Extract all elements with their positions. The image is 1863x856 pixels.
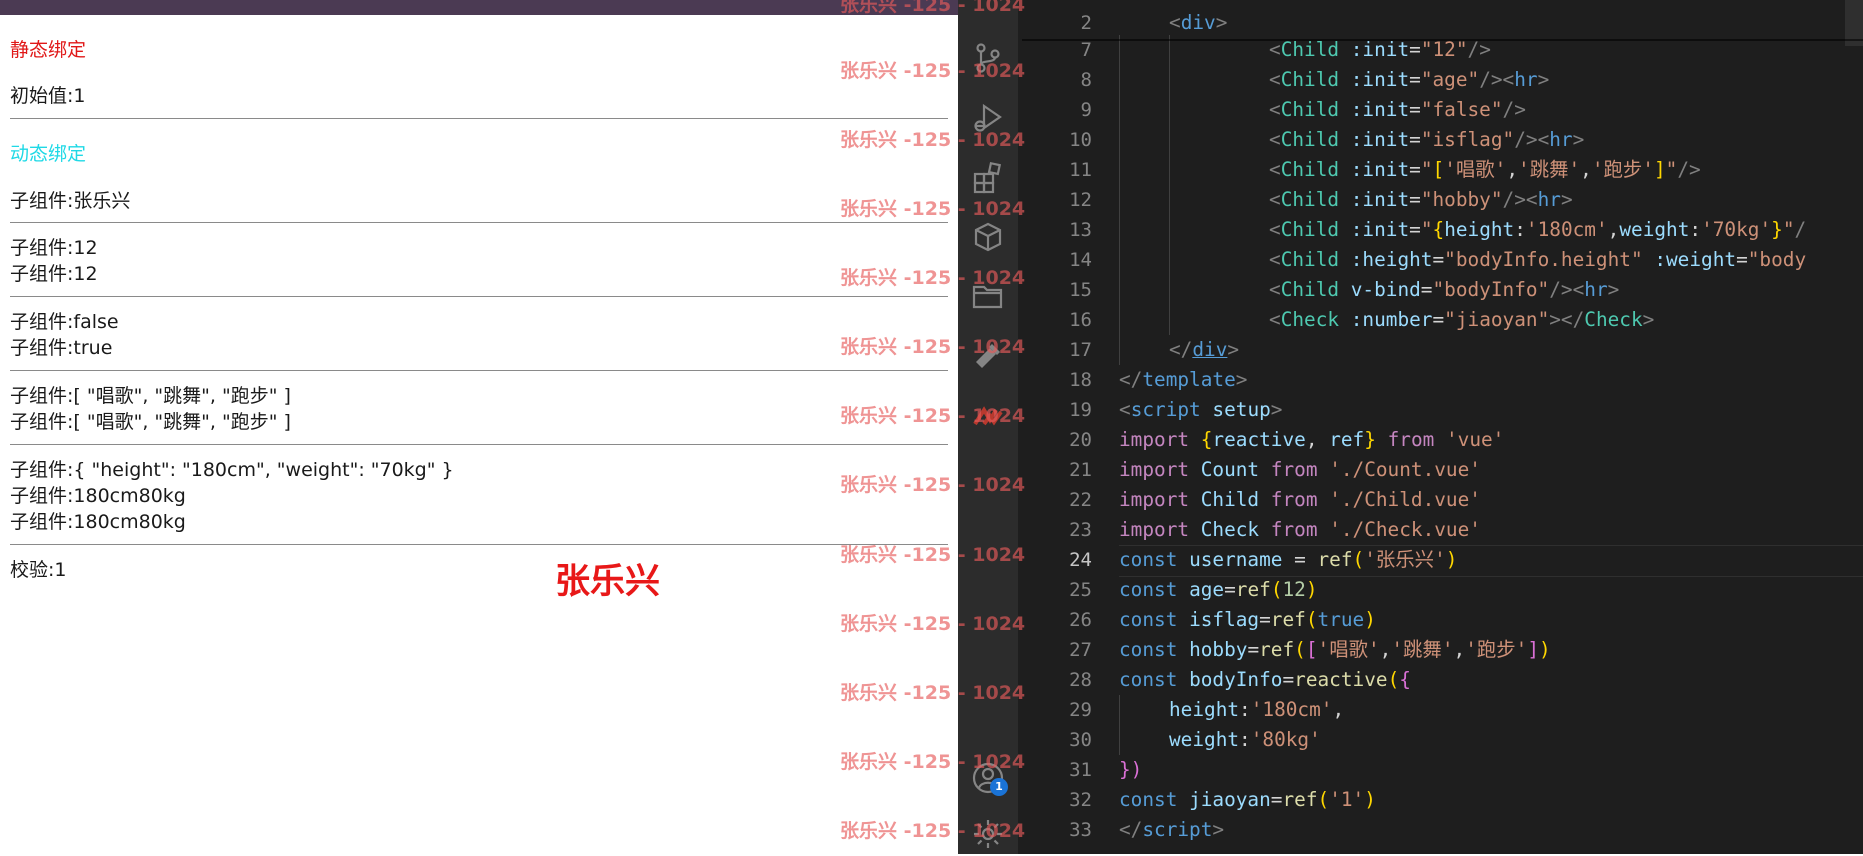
child-number-text: 子组件:12 (10, 237, 98, 259)
line-number-active: 24 (1069, 549, 1092, 571)
line-number: 11 (1069, 159, 1092, 181)
static-binding-heading: 静态绑定 (10, 39, 87, 61)
code-line: const jiaoyan=ref('1') (1119, 788, 1376, 811)
divider (10, 118, 948, 119)
browser-top-bar (0, 0, 958, 15)
line-number: 2 (1080, 12, 1092, 34)
code-line: </template> (1119, 368, 1248, 391)
source-control-icon[interactable] (970, 40, 1006, 76)
line-number: 21 (1069, 459, 1092, 481)
code-line: weight:'80kg' (1169, 728, 1321, 751)
line-number: 12 (1069, 189, 1092, 211)
line-number: 10 (1069, 129, 1092, 151)
line-number: 27 (1069, 639, 1092, 661)
indent-guide (1169, 35, 1170, 335)
code-line: const hobby=ref(['唱歌','跳舞','跑步']) (1119, 638, 1551, 661)
child-name-text: 子组件:张乐兴 (10, 190, 131, 212)
indent-guide (1119, 695, 1120, 755)
line-number: 28 (1069, 669, 1092, 691)
line-number: 19 (1069, 399, 1092, 421)
line-number: 22 (1069, 489, 1092, 511)
sticky-scroll-shadow (1022, 39, 1863, 41)
folder-icon[interactable] (970, 278, 1006, 314)
tools-icon[interactable] (970, 338, 1006, 374)
child-body-text: 子组件:180cm80kg (10, 485, 186, 507)
code-line: <Child :init="['唱歌','跳舞','跑步']"/> (1269, 158, 1701, 181)
dynamic-binding-heading: 动态绑定 (10, 143, 87, 165)
run-debug-icon[interactable] (970, 99, 1006, 135)
code-line: import Check from './Check.vue' (1119, 518, 1481, 541)
code-line: <Child v-bind="bodyInfo"/><hr> (1269, 278, 1620, 301)
extensions-icon[interactable] (970, 159, 1006, 195)
child-body-text: 子组件:180cm80kg (10, 511, 186, 533)
package-icon[interactable] (970, 219, 1006, 255)
line-number: 29 (1069, 699, 1092, 721)
code-line: const bodyInfo=reactive({ (1119, 668, 1411, 691)
code-line: height:'180cm', (1169, 698, 1345, 721)
line-number: 25 (1069, 579, 1092, 601)
code-line: <Child :init="hobby"/><hr> (1269, 188, 1573, 211)
child-array-text: 子组件:[ "唱歌", "跳舞", "跑步" ] (10, 411, 291, 433)
code-area[interactable]: <div> <Child :init="12"/> <Child :init="… (1119, 0, 1863, 854)
code-editor[interactable]: 2 7 8 9 10 11 12 13 14 15 16 17 18 19 20… (1022, 0, 1863, 854)
code-line: }) (1119, 758, 1143, 781)
code-line: <Child :init="false"/> (1269, 98, 1526, 121)
line-number: 26 (1069, 609, 1092, 631)
indent-guide (1119, 35, 1120, 365)
child-boolean-text: 子组件:true (10, 337, 113, 359)
account-badge: 1 (990, 778, 1008, 796)
line-number: 8 (1080, 69, 1092, 91)
vue-logo-icon[interactable] (970, 398, 1006, 434)
code-line: </script> (1119, 818, 1225, 841)
line-number: 13 (1069, 219, 1092, 241)
code-line: <div> (1169, 11, 1228, 34)
child-boolean-text: 子组件:false (10, 311, 119, 333)
line-number: 9 (1080, 99, 1092, 121)
line-number: 32 (1069, 789, 1092, 811)
code-line: <Child :init="isflag"/><hr> (1269, 128, 1585, 151)
line-number: 18 (1069, 369, 1092, 391)
code-line: </div> (1169, 338, 1240, 361)
code-line: const isflag=ref(true) (1119, 608, 1376, 631)
code-line: import Count from './Count.vue' (1119, 458, 1481, 481)
child-object-text: 子组件:{ "height": "180cm", "weight": "70kg… (10, 459, 454, 481)
code-line: <script setup> (1119, 398, 1283, 421)
divider (10, 296, 948, 297)
divider (10, 544, 948, 545)
line-number: 31 (1069, 759, 1092, 781)
code-line: import {reactive, ref} from 'vue' (1119, 428, 1505, 451)
line-number: 20 (1069, 429, 1092, 451)
code-line: <Child :init="age"/><hr> (1269, 68, 1550, 91)
brand-name: 张乐兴 (555, 562, 661, 602)
child-array-text: 子组件:[ "唱歌", "跳舞", "跑步" ] (10, 385, 291, 407)
activity-bar: 1 (958, 0, 1018, 854)
check-text: 校验:1 (10, 559, 67, 581)
line-number: 17 (1069, 339, 1092, 361)
divider (10, 444, 948, 445)
code-line: <Child :height="bodyInfo.height" :weight… (1269, 248, 1807, 271)
line-number: 30 (1069, 729, 1092, 751)
code-line-active: const username = ref('张乐兴') (1119, 548, 1458, 571)
code-line: const age=ref(12) (1119, 578, 1318, 601)
child-number-text: 子组件:12 (10, 263, 98, 285)
line-number: 23 (1069, 519, 1092, 541)
browser-preview: 静态绑定 初始值:1 动态绑定 子组件:张乐兴 子组件:12 子组件:12 子组… (0, 0, 958, 854)
settings-icon[interactable] (970, 816, 1006, 852)
line-number: 16 (1069, 309, 1092, 331)
line-number-gutter: 2 7 8 9 10 11 12 13 14 15 16 17 18 19 20… (1022, 0, 1092, 854)
code-line: <Child :init="{height:'180cm',weight:'70… (1269, 218, 1807, 241)
code-line: import Child from './Child.vue' (1119, 488, 1481, 511)
line-number: 15 (1069, 279, 1092, 301)
code-line: <Check :number="jiaoyan"></Check> (1269, 308, 1655, 331)
line-number: 14 (1069, 249, 1092, 271)
line-number: 33 (1069, 819, 1092, 841)
divider (10, 222, 948, 223)
initial-value-text: 初始值:1 (10, 85, 86, 107)
divider (10, 370, 948, 371)
